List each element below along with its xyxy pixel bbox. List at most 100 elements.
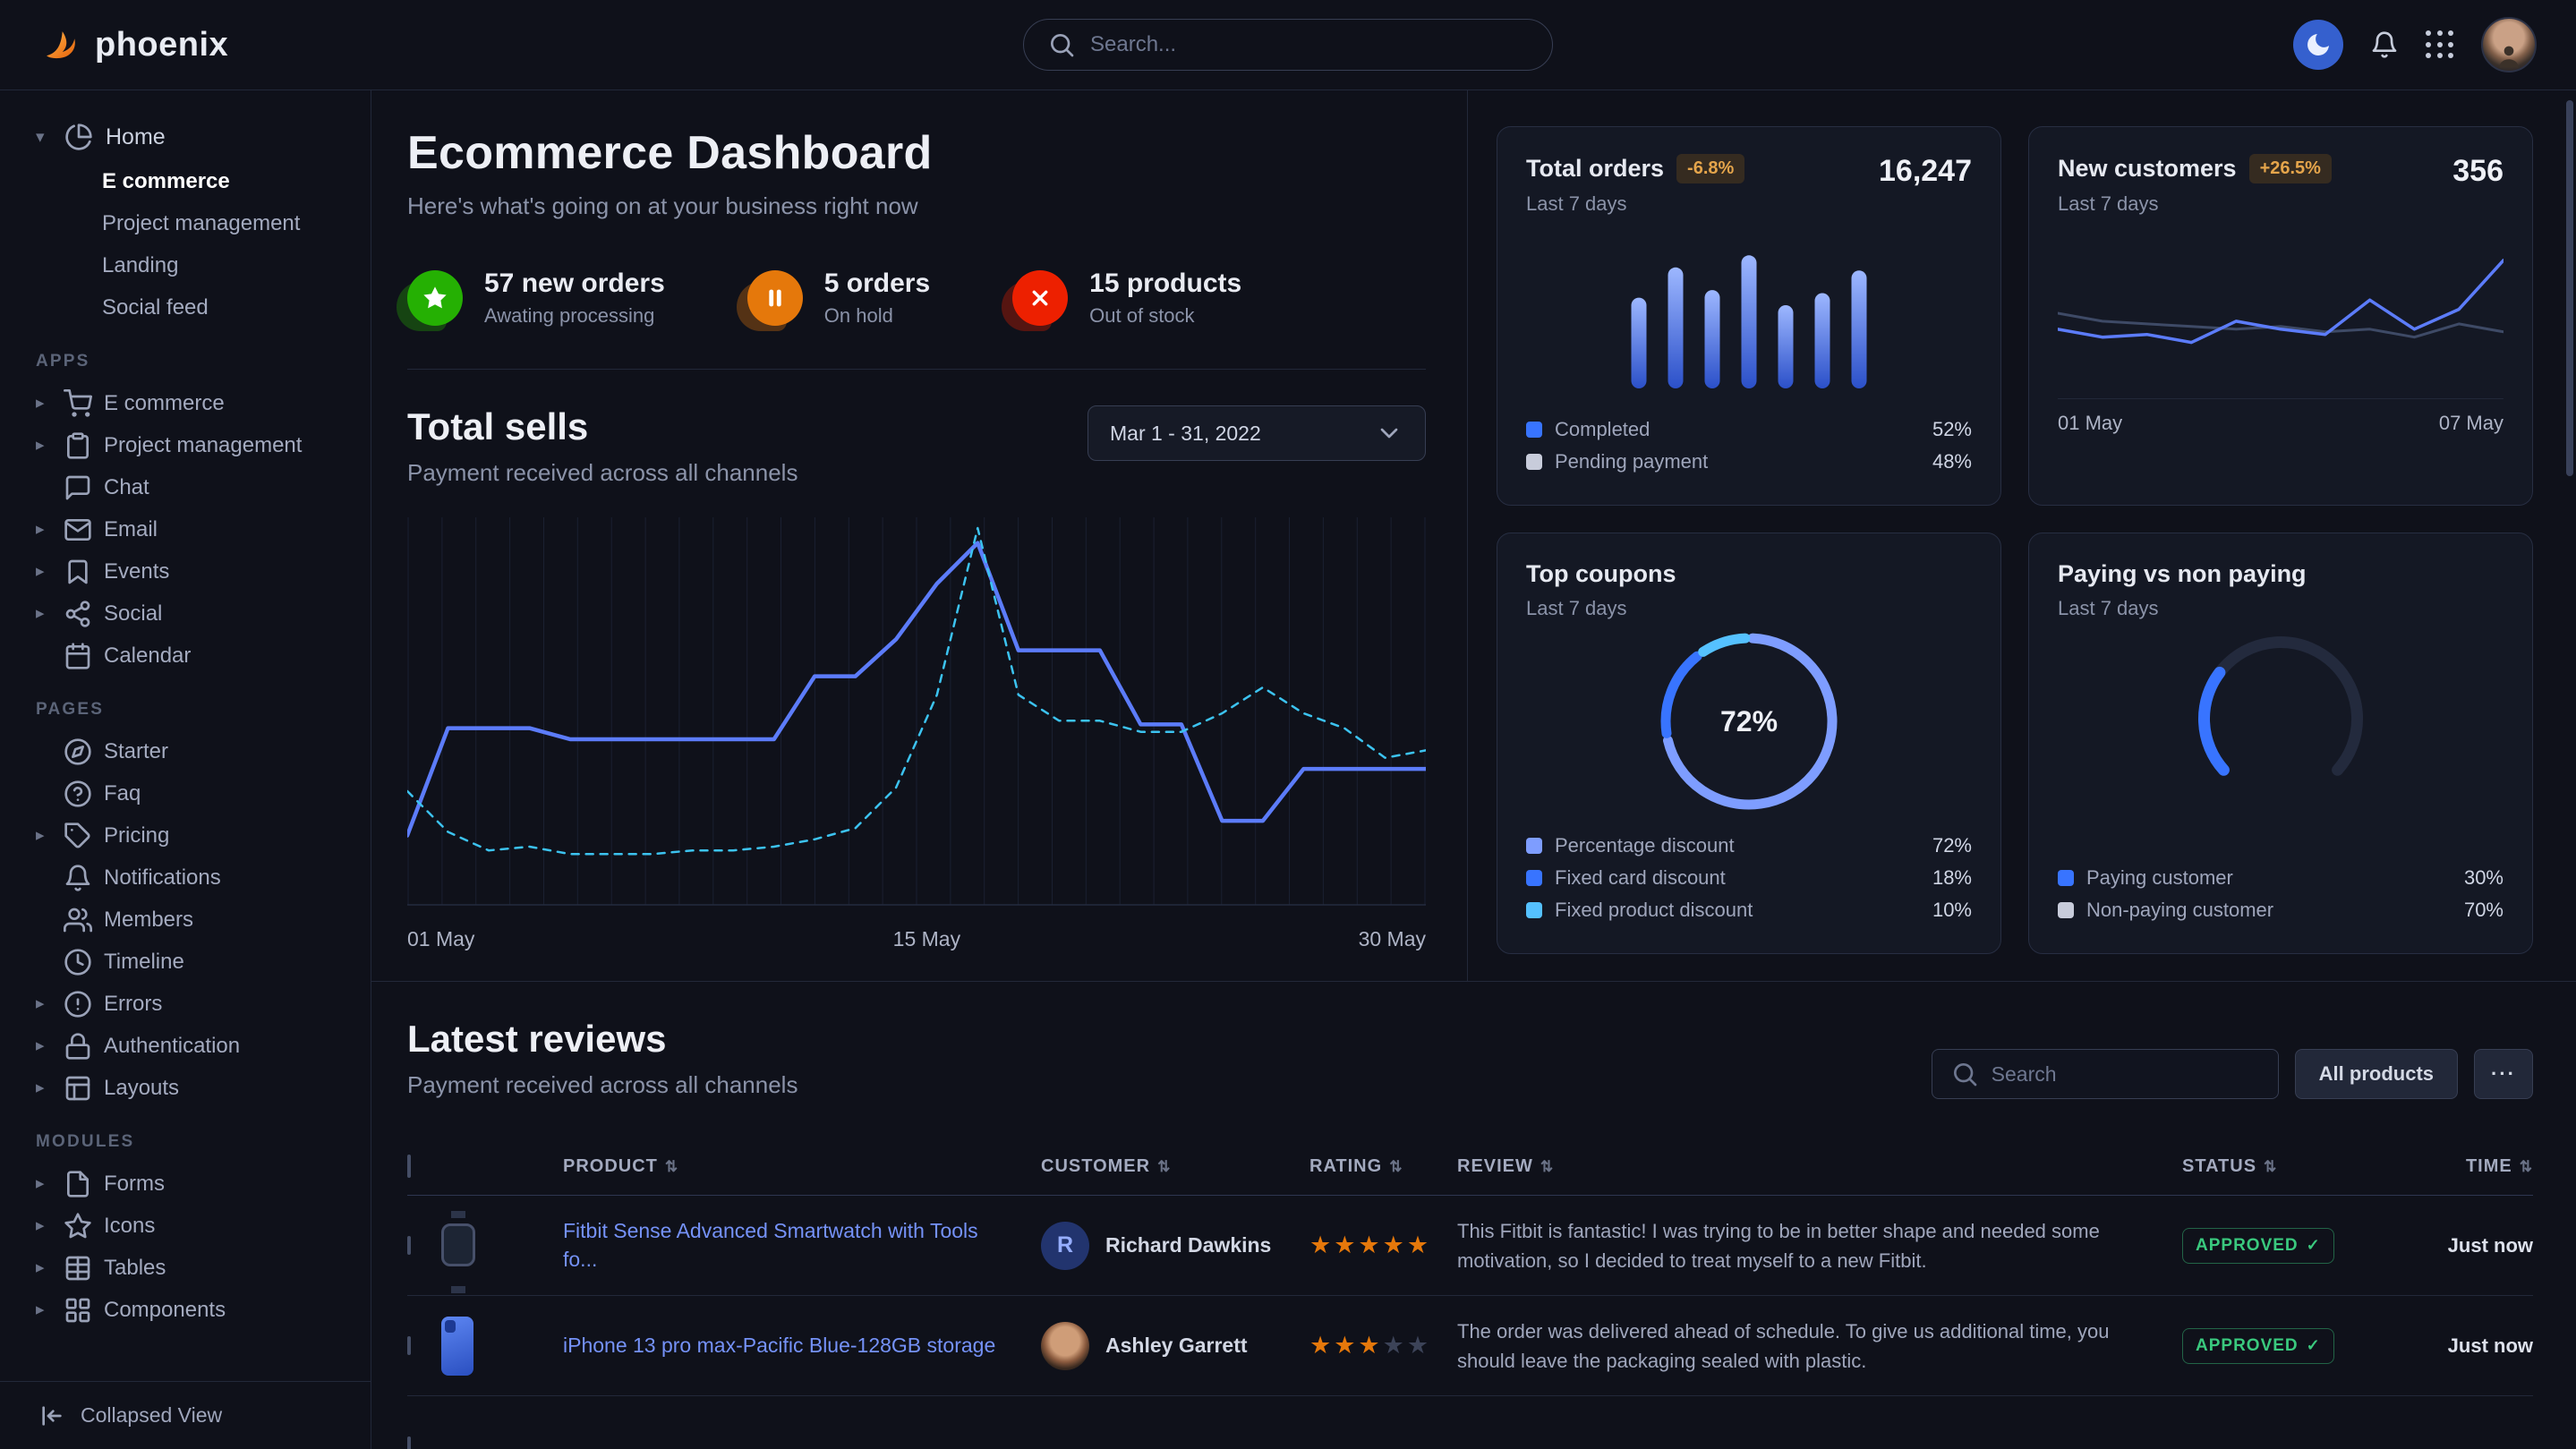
total-sells-header: Total sells Payment received across all …: [407, 405, 1426, 487]
sort-icon: [2264, 1156, 2277, 1177]
customer-cell[interactable]: Ashley Garrett: [1041, 1322, 1309, 1370]
legend-row: Completed 52%: [1526, 413, 1972, 446]
apps-grid-button[interactable]: [2426, 30, 2454, 59]
sidebar-item-label: Errors: [104, 992, 162, 1017]
legend-row: Percentage discount 72%: [1526, 830, 1972, 862]
sidebar-item-errors[interactable]: Errors: [36, 983, 362, 1025]
sidebar-item-label: Social: [104, 601, 162, 626]
chevron-down-icon: [36, 129, 52, 146]
sidebar-item-authentication[interactable]: Authentication: [36, 1025, 362, 1067]
row-checkbox[interactable]: [407, 1236, 411, 1255]
legend-row: Fixed card discount 18%: [1526, 862, 1972, 894]
sidebar-item-timeline[interactable]: Timeline: [36, 941, 362, 983]
reviews-search[interactable]: [1932, 1049, 2279, 1099]
chevron-right-icon: [36, 437, 52, 454]
legend-value: 72%: [1932, 834, 1972, 857]
product-image[interactable]: [457, 1237, 459, 1254]
global-search-input[interactable]: [1090, 32, 1529, 57]
sidebar-item-label: Authentication: [104, 1034, 240, 1059]
clock-icon: [64, 948, 92, 976]
sidebar-item-social-feed[interactable]: Social feed: [102, 286, 362, 328]
date-range-select[interactable]: Mar 1 - 31, 2022: [1088, 405, 1426, 461]
legend-swatch: [2058, 870, 2074, 886]
table-row: [407, 1396, 2533, 1449]
sidebar-item-chat[interactable]: Chat: [36, 466, 362, 508]
legend-label: Percentage discount: [1555, 834, 1735, 857]
sidebar-item-label: Project management: [104, 433, 302, 458]
sidebar-item-layouts[interactable]: Layouts: [36, 1067, 362, 1109]
column-header-customer[interactable]: CUSTOMER: [1041, 1156, 1309, 1177]
sidebar-item-notifications[interactable]: Notifications: [36, 857, 362, 899]
sidebar-item-starter[interactable]: Starter: [36, 730, 362, 772]
card-title: Total orders: [1526, 155, 1664, 183]
check-icon: [2307, 1236, 2321, 1256]
customer-cell[interactable]: R Richard Dawkins: [1041, 1222, 1309, 1270]
sidebar-item-social[interactable]: Social: [36, 592, 362, 635]
sidebar-item-project-management[interactable]: Project management: [102, 202, 362, 244]
reviews-search-input[interactable]: [1992, 1062, 2260, 1087]
sidebar-item-e-commerce[interactable]: E commerce: [36, 382, 362, 424]
scrollbar-thumb[interactable]: [2566, 100, 2573, 476]
global-search[interactable]: [1023, 19, 1553, 71]
sidebar-home-children: E commerce Project management Landing So…: [102, 160, 362, 328]
product-link[interactable]: iPhone 13 pro max-Pacific Blue-128GB sto…: [563, 1332, 1041, 1360]
more-options-button[interactable]: ···: [2474, 1049, 2533, 1099]
sidebar-item-pricing[interactable]: Pricing: [36, 814, 362, 857]
chevron-right-icon: [36, 1079, 52, 1096]
sidebar-item-email[interactable]: Email: [36, 508, 362, 550]
sidebar-item-tables[interactable]: Tables: [36, 1247, 362, 1289]
check-icon: [2307, 1336, 2321, 1356]
sidebar-item-label: Members: [104, 908, 193, 933]
column-header-rating[interactable]: RATING: [1309, 1156, 1457, 1177]
collapse-view-button[interactable]: Collapsed View: [0, 1381, 371, 1449]
sidebar-item-landing[interactable]: Landing: [102, 244, 362, 286]
column-header-product[interactable]: PRODUCT: [563, 1156, 1041, 1177]
legend-swatch: [1526, 870, 1542, 886]
card-period: Last 7 days: [1526, 597, 1676, 620]
sidebar-item-icons[interactable]: Icons: [36, 1205, 362, 1247]
sidebar-item-members[interactable]: Members: [36, 899, 362, 941]
main-content: Ecommerce Dashboard Here's what's going …: [371, 90, 2576, 1449]
legend-value: 30%: [2464, 866, 2503, 890]
review-time: Just now: [2388, 1234, 2533, 1257]
dashboard-left-column: Ecommerce Dashboard Here's what's going …: [371, 90, 1468, 981]
select-all-checkbox[interactable]: [407, 1155, 411, 1178]
product-link[interactable]: Fitbit Sense Advanced Smartwatch with To…: [563, 1217, 1041, 1273]
lock-icon: [64, 1032, 92, 1061]
sidebar-group-home[interactable]: Home: [36, 115, 362, 158]
row-checkbox[interactable]: [407, 1336, 411, 1355]
search-icon: [1047, 30, 1076, 59]
donut-center-value: 72%: [1659, 631, 1839, 812]
alert-icon: [64, 990, 92, 1019]
chevron-right-icon: [36, 1037, 52, 1054]
reviews-title: Latest reviews: [407, 1018, 798, 1061]
compass-icon: [64, 737, 92, 766]
reviews-subtitle: Payment received across all channels: [407, 1071, 798, 1099]
brand[interactable]: phoenix: [39, 24, 228, 65]
card-title: New customers: [2058, 155, 2237, 183]
notifications-button[interactable]: [2370, 30, 2399, 59]
sidebar-section: MODULES Forms Icons Tables Components: [36, 1132, 362, 1331]
sidebar-item-components[interactable]: Components: [36, 1289, 362, 1331]
sidebar-item-project-management[interactable]: Project management: [36, 424, 362, 466]
theme-toggle-button[interactable]: [2293, 20, 2343, 70]
column-header-time[interactable]: TIME: [2388, 1156, 2533, 1177]
user-avatar[interactable]: [2481, 17, 2537, 72]
chevron-right-icon: [36, 1217, 52, 1234]
card-period: Last 7 days: [2058, 597, 2307, 620]
ecommerce-dashboard-page: phoenix Home: [0, 0, 2576, 1449]
column-header-status[interactable]: STATUS: [2182, 1156, 2388, 1177]
all-products-button[interactable]: All products: [2295, 1049, 2458, 1099]
review-time: Just now: [2388, 1334, 2533, 1358]
sort-icon: [1157, 1156, 1171, 1177]
out-of-stock-icon-wrap: [1012, 270, 1068, 326]
chevron-right-icon: [36, 563, 52, 580]
sidebar-item-e-commerce[interactable]: E commerce: [102, 160, 362, 202]
row-checkbox[interactable]: [407, 1436, 411, 1449]
sidebar-item-calendar[interactable]: Calendar: [36, 635, 362, 677]
column-header-review[interactable]: REVIEW: [1457, 1156, 2182, 1177]
sidebar-item-forms[interactable]: Forms: [36, 1163, 362, 1205]
sidebar-item-faq[interactable]: Faq: [36, 772, 362, 814]
sidebar-item-events[interactable]: Events: [36, 550, 362, 592]
paying-vs-nonpaying-card: Paying vs non paying Last 7 days Paying …: [2028, 533, 2533, 954]
